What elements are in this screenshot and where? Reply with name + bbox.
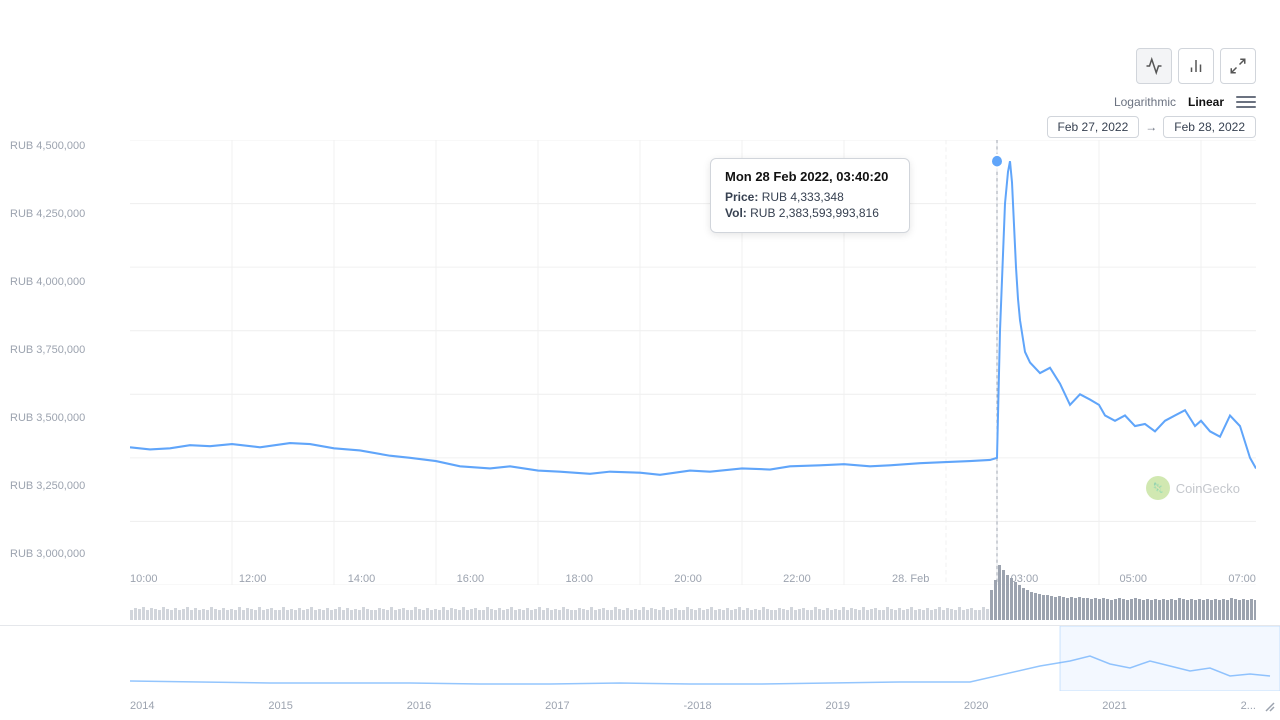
- line-chart-button[interactable]: [1136, 48, 1172, 84]
- y-axis: RUB 4,500,000 RUB 4,250,000 RUB 4,000,00…: [10, 140, 85, 560]
- mini-label-2022: 2...: [1241, 700, 1256, 712]
- mini-label-2020: 2020: [964, 700, 988, 712]
- mini-label-2016: 2016: [407, 700, 431, 712]
- y-label-2: RUB 4,250,000: [10, 208, 85, 220]
- y-label-3: RUB 4,000,000: [10, 276, 85, 288]
- fullscreen-button[interactable]: [1220, 48, 1256, 84]
- tooltip-vol-val: RUB 2,383,593,993,816: [750, 206, 879, 220]
- mini-chart-svg: [0, 626, 1280, 691]
- mini-label-2021: 2021: [1102, 700, 1126, 712]
- y-label-1: RUB 4,500,000: [10, 140, 85, 152]
- volume-area: // Generated via JS - we'll do it inline…: [130, 560, 1256, 620]
- y-label-4: RUB 3,750,000: [10, 344, 85, 356]
- coingecko-watermark: 🦎 CoinGecko: [1146, 476, 1240, 500]
- tooltip-title: Mon 28 Feb 2022, 03:40:20: [725, 169, 895, 184]
- mini-chart: 2014 2015 2016 2017 -2018 2019 2020 2021…: [0, 625, 1280, 720]
- linear-scale-btn[interactable]: Linear: [1184, 93, 1228, 111]
- y-label-5: RUB 3,500,000: [10, 412, 85, 424]
- mini-label-2014: 2014: [130, 700, 154, 712]
- tooltip-vol-label: Vol:: [725, 206, 747, 220]
- date-to[interactable]: Feb 28, 2022: [1163, 116, 1256, 138]
- date-range: Feb 27, 2022 → Feb 28, 2022: [1047, 116, 1256, 138]
- coingecko-logo: 🦎: [1146, 476, 1170, 500]
- tooltip-price-val: RUB 4,333,348: [762, 190, 844, 204]
- tooltip-price-label: Price:: [725, 190, 758, 204]
- main-chart-svg: [130, 140, 1256, 585]
- resize-handle[interactable]: [1264, 700, 1276, 716]
- mini-chart-labels: 2014 2015 2016 2017 -2018 2019 2020 2021…: [130, 700, 1256, 712]
- volume-svg: // Generated via JS - we'll do it inline…: [130, 560, 1256, 620]
- toolbar: [1136, 48, 1256, 84]
- y-label-7: RUB 3,000,000: [10, 548, 85, 560]
- mini-label-2019: 2019: [826, 700, 850, 712]
- date-arrow: →: [1145, 120, 1157, 134]
- price-tooltip: Mon 28 Feb 2022, 03:40:20 Price: RUB 4,3…: [710, 158, 910, 233]
- chart-area: RUB 4,500,000 RUB 4,250,000 RUB 4,000,00…: [0, 140, 1280, 620]
- mini-label-2018: -2018: [684, 700, 712, 712]
- tooltip-vol-row: Vol: RUB 2,383,593,993,816: [725, 206, 895, 220]
- menu-button[interactable]: [1236, 92, 1256, 112]
- main-container: Logarithmic Linear Feb 27, 2022 → Feb 28…: [0, 0, 1280, 720]
- tooltip-price-row: Price: RUB 4,333,348: [725, 190, 895, 204]
- y-label-6: RUB 3,250,000: [10, 480, 85, 492]
- bar-chart-button[interactable]: [1178, 48, 1214, 84]
- watermark-text: CoinGecko: [1176, 481, 1240, 496]
- logarithmic-scale-btn[interactable]: Logarithmic: [1110, 93, 1180, 111]
- scale-selector: Logarithmic Linear: [1110, 92, 1256, 112]
- mini-label-2015: 2015: [268, 700, 292, 712]
- mini-label-2017: 2017: [545, 700, 569, 712]
- date-from[interactable]: Feb 27, 2022: [1047, 116, 1140, 138]
